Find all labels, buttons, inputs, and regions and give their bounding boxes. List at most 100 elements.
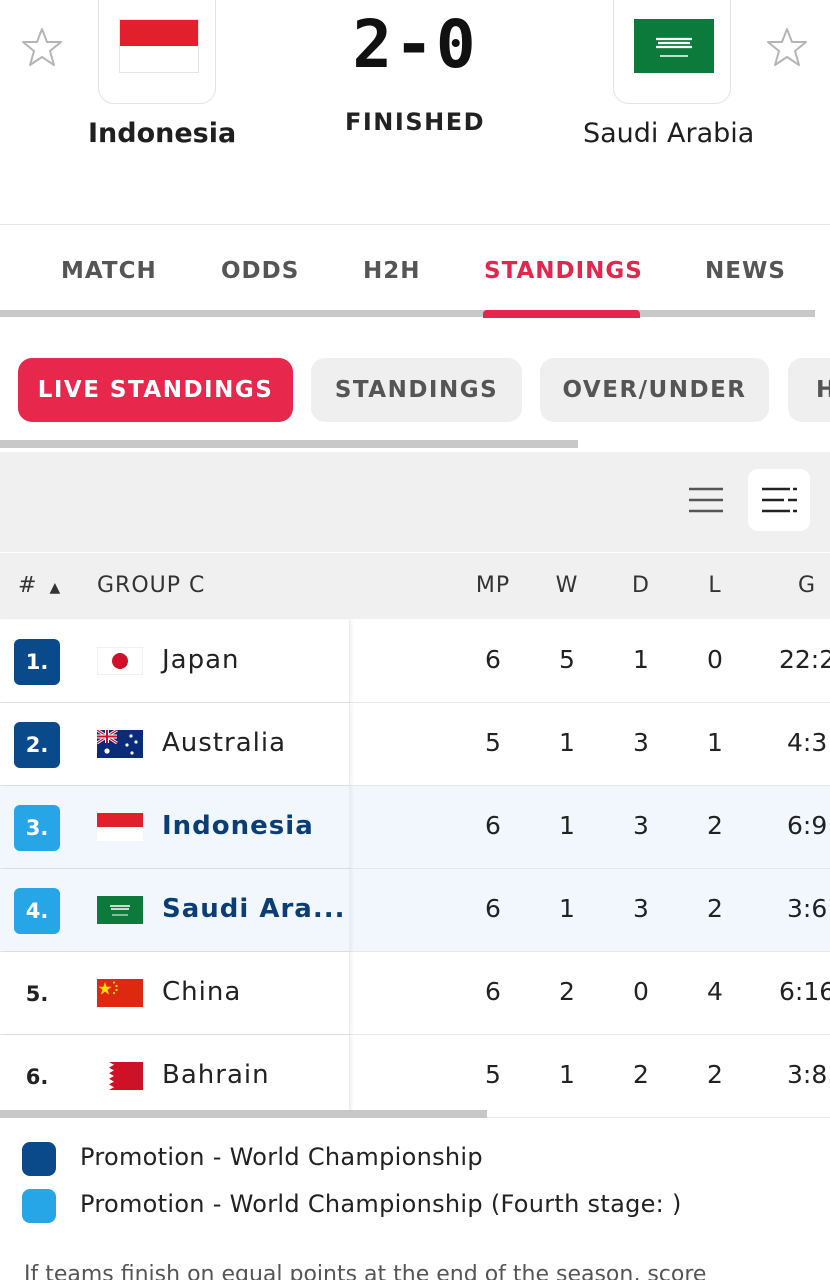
away-team-name[interactable]: Saudi Arabia (583, 118, 754, 149)
l-cell: 0 (707, 645, 723, 674)
mp-cell: 6 (485, 977, 501, 1006)
table-row[interactable]: 6. Bahrain 5 1 2 2 3:8 (0, 1035, 830, 1118)
g-cell: 3:6 (787, 894, 828, 923)
full-view-button[interactable] (748, 469, 810, 531)
fourth-stage-color-swatch (22, 1189, 56, 1223)
d-cell: 0 (633, 977, 649, 1006)
mp-cell: 5 (485, 728, 501, 757)
g-cell: 6:16 (779, 977, 830, 1006)
home-team-name[interactable]: Indonesia (88, 118, 236, 149)
d-cell: 1 (633, 645, 649, 674)
legend-label: Promotion - World Championship (80, 1143, 483, 1171)
w-cell: 1 (559, 811, 575, 840)
table-row[interactable]: 4. Saudi Ara... 6 1 3 2 3:6 (0, 869, 830, 952)
match-header: Indonesia 2-0 FINISHED Saudi Arabia (0, 0, 830, 225)
australia-flag-icon (97, 730, 143, 758)
bahrain-flag-icon (97, 1062, 143, 1090)
match-score: 2-0 (352, 6, 478, 83)
tab-standings[interactable]: STANDINGS (484, 258, 643, 284)
tab-h2h[interactable]: H2H (363, 258, 421, 284)
short-view-icon (689, 487, 723, 513)
table-scrollbar[interactable] (0, 1110, 487, 1118)
mp-cell: 5 (485, 1060, 501, 1089)
short-view-button[interactable] (675, 469, 737, 531)
l-column-header[interactable]: L (685, 573, 745, 598)
g-cell: 3:8 (787, 1060, 828, 1089)
tab-news[interactable]: NEWS (705, 258, 786, 284)
subtab-over-under[interactable]: OVER/UNDER (540, 358, 769, 422)
sort-ascending-icon: ▲ (49, 580, 62, 596)
rank-badge: 5. (25, 982, 49, 1006)
table-row[interactable]: 3. Indonesia 6 1 3 2 6:9 (0, 786, 830, 869)
saudi-arabia-flag-icon (97, 896, 143, 924)
l-cell: 1 (707, 728, 723, 757)
standings-subtabs: LIVE STANDINGS STANDINGS OVER/UNDER H (0, 318, 830, 450)
favorite-star-icon-home[interactable] (21, 26, 63, 68)
legend-label: Promotion - World Championship (Fourth s… (80, 1190, 682, 1218)
mp-cell: 6 (485, 811, 501, 840)
l-cell: 2 (707, 811, 723, 840)
w-column-header[interactable]: W (537, 573, 597, 598)
saudi-arabia-flag-icon (634, 19, 714, 73)
subtabs-scrollbar[interactable] (0, 440, 578, 448)
table-row[interactable]: 1. Japan 6 5 1 0 22:2 (0, 620, 830, 703)
subtab-standings[interactable]: STANDINGS (311, 358, 522, 422)
w-cell: 2 (559, 977, 575, 1006)
d-cell: 3 (633, 811, 649, 840)
l-cell: 2 (707, 894, 723, 923)
w-cell: 1 (559, 1060, 575, 1089)
team-name[interactable]: Japan (162, 645, 240, 675)
g-cell: 4:3 (787, 728, 828, 757)
l-cell: 2 (707, 1060, 723, 1089)
japan-flag-icon (97, 647, 143, 675)
tabs-scrollbar[interactable] (0, 310, 815, 317)
group-column-header: GROUP C (97, 573, 206, 598)
g-column-header[interactable]: G (798, 573, 816, 598)
indonesia-flag-icon (119, 19, 199, 73)
subtab-more[interactable]: H (788, 358, 830, 422)
standings-table-header: # ▲ GROUP C MP W D L G (0, 553, 830, 619)
table-row[interactable]: 2. Australia 5 1 3 1 4:3 (0, 703, 830, 786)
tab-match[interactable]: MATCH (61, 258, 157, 284)
rank-badge: 6. (25, 1065, 49, 1089)
subtab-live-standings[interactable]: LIVE STANDINGS (18, 358, 293, 422)
tiebreak-note: If teams finish on equal points at the e… (24, 1262, 707, 1280)
mp-cell: 6 (485, 894, 501, 923)
table-row[interactable]: 5. China 6 2 0 4 6:16 (0, 952, 830, 1035)
team-name[interactable]: China (162, 977, 241, 1007)
match-status: FINISHED (344, 108, 486, 136)
full-view-icon (762, 487, 797, 513)
team-name[interactable]: Indonesia (162, 811, 314, 841)
team-name[interactable]: Bahrain (162, 1060, 270, 1090)
indonesia-flag-icon (97, 813, 143, 841)
view-toggle-bar (0, 452, 830, 552)
l-cell: 4 (707, 977, 723, 1006)
team-name[interactable]: Saudi Ara... (162, 894, 345, 924)
promotion-color-swatch (22, 1142, 56, 1176)
d-cell: 3 (633, 894, 649, 923)
d-column-header[interactable]: D (611, 573, 671, 598)
rank-badge: 2. (14, 722, 60, 768)
d-cell: 3 (633, 728, 649, 757)
rank-header-label: # (18, 573, 38, 598)
mp-column-header[interactable]: MP (463, 573, 523, 598)
match-tabs: MATCH ODDS H2H STANDINGS NEWS (0, 226, 830, 318)
tab-odds[interactable]: ODDS (221, 258, 299, 284)
mp-cell: 6 (485, 645, 501, 674)
g-cell: 22:2 (779, 645, 830, 674)
away-team-logo[interactable] (613, 0, 731, 104)
rank-badge: 1. (14, 639, 60, 685)
w-cell: 1 (559, 894, 575, 923)
g-cell: 6:9 (787, 811, 828, 840)
w-cell: 1 (559, 728, 575, 757)
favorite-star-icon-away[interactable] (766, 26, 808, 68)
home-team-logo[interactable] (98, 0, 216, 104)
active-tab-indicator (483, 310, 640, 318)
china-flag-icon (97, 979, 143, 1007)
rank-badge: 4. (14, 888, 60, 934)
team-name[interactable]: Australia (162, 728, 286, 758)
rank-column-header[interactable]: # ▲ (18, 573, 61, 598)
w-cell: 5 (559, 645, 575, 674)
d-cell: 2 (633, 1060, 649, 1089)
rank-badge: 3. (14, 805, 60, 851)
